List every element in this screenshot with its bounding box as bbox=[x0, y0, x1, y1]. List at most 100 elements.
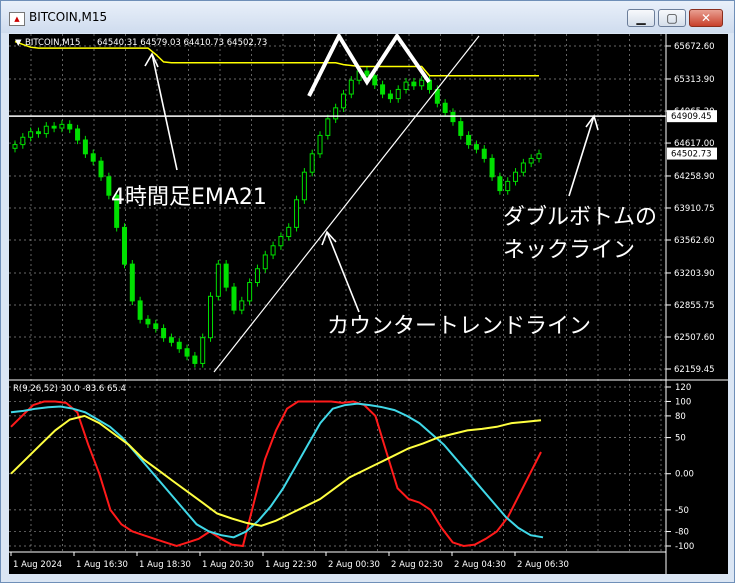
arrow-ema-head bbox=[144, 52, 159, 68]
close-icon: ✕ bbox=[700, 11, 712, 25]
candle-body bbox=[458, 121, 464, 136]
candle-body bbox=[294, 199, 300, 228]
price-tick-label: 63203.90 bbox=[674, 269, 715, 279]
indicator-label: R(9,26,52) 30.0 -83.6 65.4 bbox=[13, 384, 126, 394]
indicator-tick-label: 120 bbox=[675, 383, 691, 393]
time-axis: 1 Aug 2024 1 Aug 16:30 1 Aug 18:30 1 Aug 20… bbox=[10, 552, 569, 570]
candle-body bbox=[20, 136, 26, 146]
candle-body bbox=[223, 263, 229, 288]
candle-body bbox=[450, 111, 456, 123]
candle-body bbox=[286, 226, 292, 238]
time-tick-label: 1 Aug 2024 bbox=[13, 560, 62, 570]
maximize-icon: ▢ bbox=[666, 11, 678, 25]
time-tick-label: 2 Aug 02:30 bbox=[391, 560, 443, 570]
candle-body bbox=[129, 263, 135, 302]
candle-body bbox=[348, 79, 354, 95]
candle-body bbox=[75, 128, 81, 141]
candle-body bbox=[270, 245, 276, 256]
candle-body bbox=[536, 153, 542, 159]
chart-window: ▲ BITCOIN,M15 ▁ ▢ ✕ 65672.6065313.906496… bbox=[0, 0, 735, 583]
candle-body bbox=[59, 123, 65, 129]
price-tag-label: 64502.73 bbox=[671, 150, 712, 160]
price-tick-label: 62855.75 bbox=[674, 301, 715, 311]
candle-body bbox=[466, 134, 472, 146]
price-tick-label: 62159.45 bbox=[674, 365, 715, 375]
price-tag-label: 64909.45 bbox=[671, 112, 712, 122]
candle-body bbox=[145, 318, 151, 325]
candle-body bbox=[481, 148, 487, 159]
candle-body bbox=[254, 268, 260, 284]
candle-body bbox=[278, 236, 284, 247]
candle-body bbox=[176, 341, 182, 350]
time-tick-label: 2 Aug 04:30 bbox=[454, 560, 506, 570]
time-tick-label: 1 Aug 16:30 bbox=[76, 560, 128, 570]
candle-body bbox=[208, 295, 214, 339]
candle-body bbox=[395, 88, 401, 100]
candle-body bbox=[364, 70, 370, 77]
candle-body bbox=[340, 93, 346, 109]
price-tick-label: 65313.90 bbox=[674, 75, 715, 85]
minimize-button[interactable]: ▁ bbox=[627, 9, 655, 27]
candle-body bbox=[215, 263, 221, 297]
price-tick-label: 63562.60 bbox=[674, 236, 715, 246]
candle-body bbox=[380, 84, 386, 95]
indicator-tick-label: -80 bbox=[675, 528, 689, 538]
close-button[interactable]: ✕ bbox=[689, 9, 723, 27]
indicator-tick-label: 100 bbox=[675, 397, 691, 407]
candle-body bbox=[28, 131, 34, 138]
candle-body bbox=[168, 337, 174, 343]
minimize-icon: ▁ bbox=[636, 11, 646, 25]
candle-body bbox=[43, 125, 49, 135]
header-arrow-icon: ▼ bbox=[15, 38, 22, 48]
time-tick-label: 2 Aug 06:30 bbox=[517, 560, 569, 570]
arrow-neck bbox=[568, 115, 595, 197]
candle-body bbox=[442, 102, 448, 113]
annotation-ema: 4時間足EMA21 bbox=[111, 185, 267, 210]
chart-area[interactable]: 65672.6065313.9064965.2064617.0064258.90… bbox=[9, 34, 728, 574]
indicator-tick-label: -50 bbox=[675, 506, 689, 516]
price-tick-label: 64258.90 bbox=[674, 172, 715, 182]
indicator-tick-label: 50 bbox=[675, 434, 686, 444]
candle-body bbox=[262, 254, 268, 270]
indicator-cyan-line bbox=[10, 402, 544, 539]
candle-body bbox=[247, 282, 253, 302]
candle-body bbox=[333, 107, 339, 120]
window-title: BITCOIN,M15 bbox=[29, 10, 108, 24]
candle-body bbox=[200, 337, 206, 364]
candle-body bbox=[90, 153, 96, 162]
candle-body bbox=[12, 144, 18, 149]
candle-body bbox=[137, 300, 143, 320]
candle-body bbox=[489, 157, 495, 178]
candle-body bbox=[301, 171, 307, 201]
candle-body bbox=[98, 160, 104, 178]
candle-body bbox=[51, 125, 57, 129]
candle-body bbox=[325, 118, 331, 136]
price-tick-label: 64617.00 bbox=[674, 139, 715, 149]
candle-body bbox=[153, 323, 159, 329]
arrow-counter bbox=[326, 231, 360, 313]
candle-body bbox=[239, 300, 245, 311]
candle-body bbox=[387, 93, 393, 100]
candle-body bbox=[317, 134, 323, 155]
chart-app-icon: ▲ bbox=[9, 12, 25, 26]
indicator-axis: 120 100 80 50 0.00 -50 -80 -100 bbox=[666, 383, 694, 552]
time-tick-label: 2 Aug 00:30 bbox=[328, 560, 380, 570]
header-ohlc: 64540.31 64579.03 64410.73 64502.73 bbox=[97, 38, 267, 48]
candle-body bbox=[82, 139, 88, 155]
annotation-double-bottom-1: ダブルボトムの bbox=[503, 205, 657, 230]
title-bar[interactable]: ▲ BITCOIN,M15 ▁ ▢ ✕ bbox=[1, 1, 734, 33]
candle-body bbox=[35, 131, 41, 135]
candle-body bbox=[419, 79, 425, 87]
candle-body bbox=[520, 162, 526, 173]
price-axis: 65672.6065313.9064965.2064617.0064258.90… bbox=[666, 42, 717, 375]
price-chart: 65672.6065313.9064965.2064617.0064258.90… bbox=[9, 34, 728, 574]
time-tick-label: 1 Aug 22:30 bbox=[265, 560, 317, 570]
candle-body bbox=[161, 327, 167, 339]
header-symbol: BITCOIN,M15 bbox=[25, 38, 80, 48]
arrow-ema bbox=[151, 53, 178, 171]
price-tick-label: 65672.60 bbox=[674, 42, 715, 52]
candle-body bbox=[497, 176, 503, 192]
candle-body bbox=[513, 171, 519, 182]
maximize-button[interactable]: ▢ bbox=[658, 9, 686, 27]
indicator-tick-label: 80 bbox=[675, 412, 686, 422]
